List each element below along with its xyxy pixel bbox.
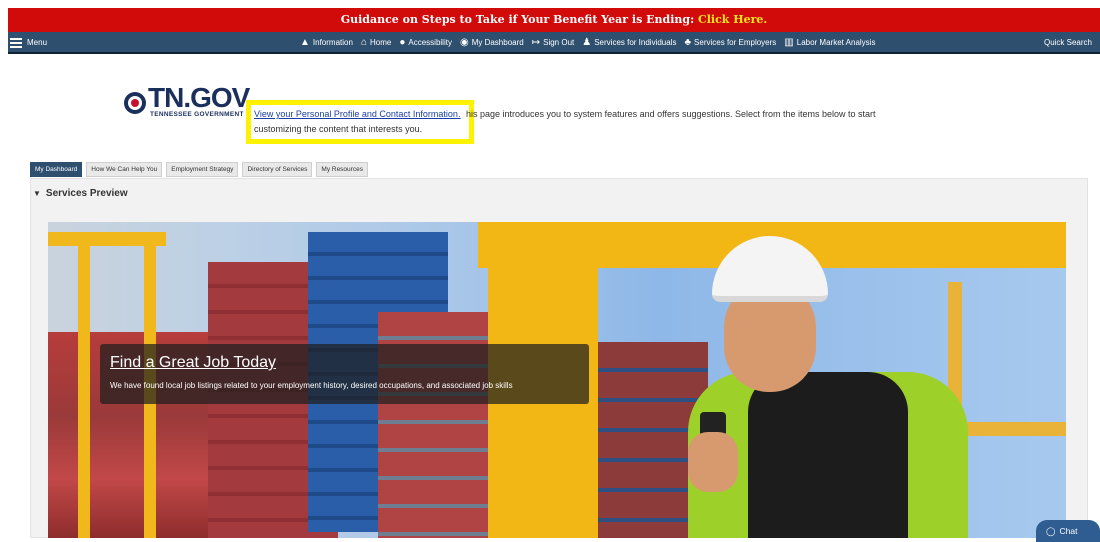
intro-rest: his page introduces you to system featur…: [466, 109, 876, 119]
hero-title-link[interactable]: Find a Great Job Today: [110, 354, 276, 372]
sign-out-icon: ↦: [531, 37, 541, 48]
chart-icon: ▥: [784, 37, 794, 48]
banner-link[interactable]: Click Here.: [698, 13, 767, 26]
warning-icon: ▲: [300, 37, 310, 48]
announcement-banner: Guidance on Steps to Take if Your Benefi…: [8, 8, 1100, 32]
nav-item-home[interactable]: ⌂ Home: [361, 32, 391, 54]
nav-item-label: Information: [312, 38, 353, 47]
highlight-box: [246, 100, 474, 144]
nav-item-accessibility[interactable]: ● Accessibility: [399, 32, 452, 54]
hero-overlay: [100, 344, 589, 404]
tab-employment-strategy[interactable]: Employment Strategy: [166, 162, 239, 177]
nav-item-sign-out[interactable]: ↦ Sign Out: [532, 32, 575, 54]
users-icon: ♣: [684, 37, 692, 48]
nav-item-label: Accessibility: [408, 38, 452, 47]
menu-button[interactable]: Menu: [10, 32, 47, 54]
nav-item-services-individuals[interactable]: ♟ Services for Individuals: [582, 32, 676, 54]
banner-text: Guidance on Steps to Take if Your Benefi…: [340, 13, 695, 26]
nav-item-information[interactable]: ▲ Information: [300, 32, 353, 54]
home-icon: ⌂: [360, 37, 367, 48]
nav-item-label: Labor Market Analysis: [796, 38, 876, 47]
nav-items: ▲ Information ⌂ Home ● Accessibility ◉ My Da…: [300, 32, 875, 54]
nav-item-label: Services for Employers: [694, 38, 777, 47]
chat-button[interactable]: ◯ Chat: [1036, 520, 1100, 542]
quick-search-link[interactable]: Quick Search: [1044, 32, 1092, 54]
worker-shirt: [748, 372, 908, 538]
logo-text: TN.GOV: [148, 82, 250, 113]
tab-directory-of-services[interactable]: Directory of Services: [242, 162, 313, 177]
nav-item-label: Sign Out: [543, 38, 575, 47]
accessibility-icon: ●: [399, 37, 406, 48]
user-icon: ♟: [582, 37, 592, 48]
nav-item-my-dashboard[interactable]: ◉ My Dashboard: [460, 32, 524, 54]
logo-subtitle: TENNESSEE GOVERNMENT: [150, 111, 244, 118]
state-seal-icon: [124, 92, 146, 114]
tab-how-we-can-help[interactable]: How We Can Help You: [86, 162, 163, 177]
nav-item-label: My Dashboard: [471, 38, 524, 47]
tab-my-dashboard[interactable]: My Dashboard: [30, 162, 83, 177]
intro-line2: customizing the content that interests y…: [254, 124, 423, 134]
hand: [688, 432, 738, 492]
hamburger-icon: [10, 38, 22, 48]
chat-label: Chat: [1059, 526, 1078, 536]
hero-subtitle: We have found local job listings related…: [110, 381, 513, 390]
profile-link[interactable]: View your Personal Profile and Contact I…: [254, 109, 460, 119]
caret-down-icon: ▼: [33, 189, 41, 198]
tn-gov-logo[interactable]: TN.GOV TENNESSEE GOVERNMENT: [124, 82, 250, 122]
top-navigation: Menu ▲ Information ⌂ Home ● Accessibility ◉…: [8, 32, 1100, 54]
tab-my-resources[interactable]: My Resources: [316, 162, 368, 177]
nav-item-labor-market[interactable]: ▥ Labor Market Analysis: [784, 32, 875, 54]
section-title: Services Preview: [45, 188, 128, 199]
menu-label: Menu: [27, 38, 48, 47]
services-preview-header[interactable]: ▼ Services Preview: [33, 188, 128, 199]
crane-left-leg: [78, 232, 90, 538]
dashboard-icon: ◉: [459, 37, 469, 48]
nav-item-label: Services for Individuals: [594, 38, 677, 47]
intro-text: View your Personal Profile and Contact I…: [254, 108, 944, 134]
nav-item-label: Home: [369, 38, 392, 47]
chat-bubble-icon: ◯: [1046, 526, 1056, 536]
dashboard-tabs: My Dashboard How We Can Help You Employm…: [30, 162, 368, 177]
nav-item-services-employers[interactable]: ♣ Services for Employers: [684, 32, 776, 54]
